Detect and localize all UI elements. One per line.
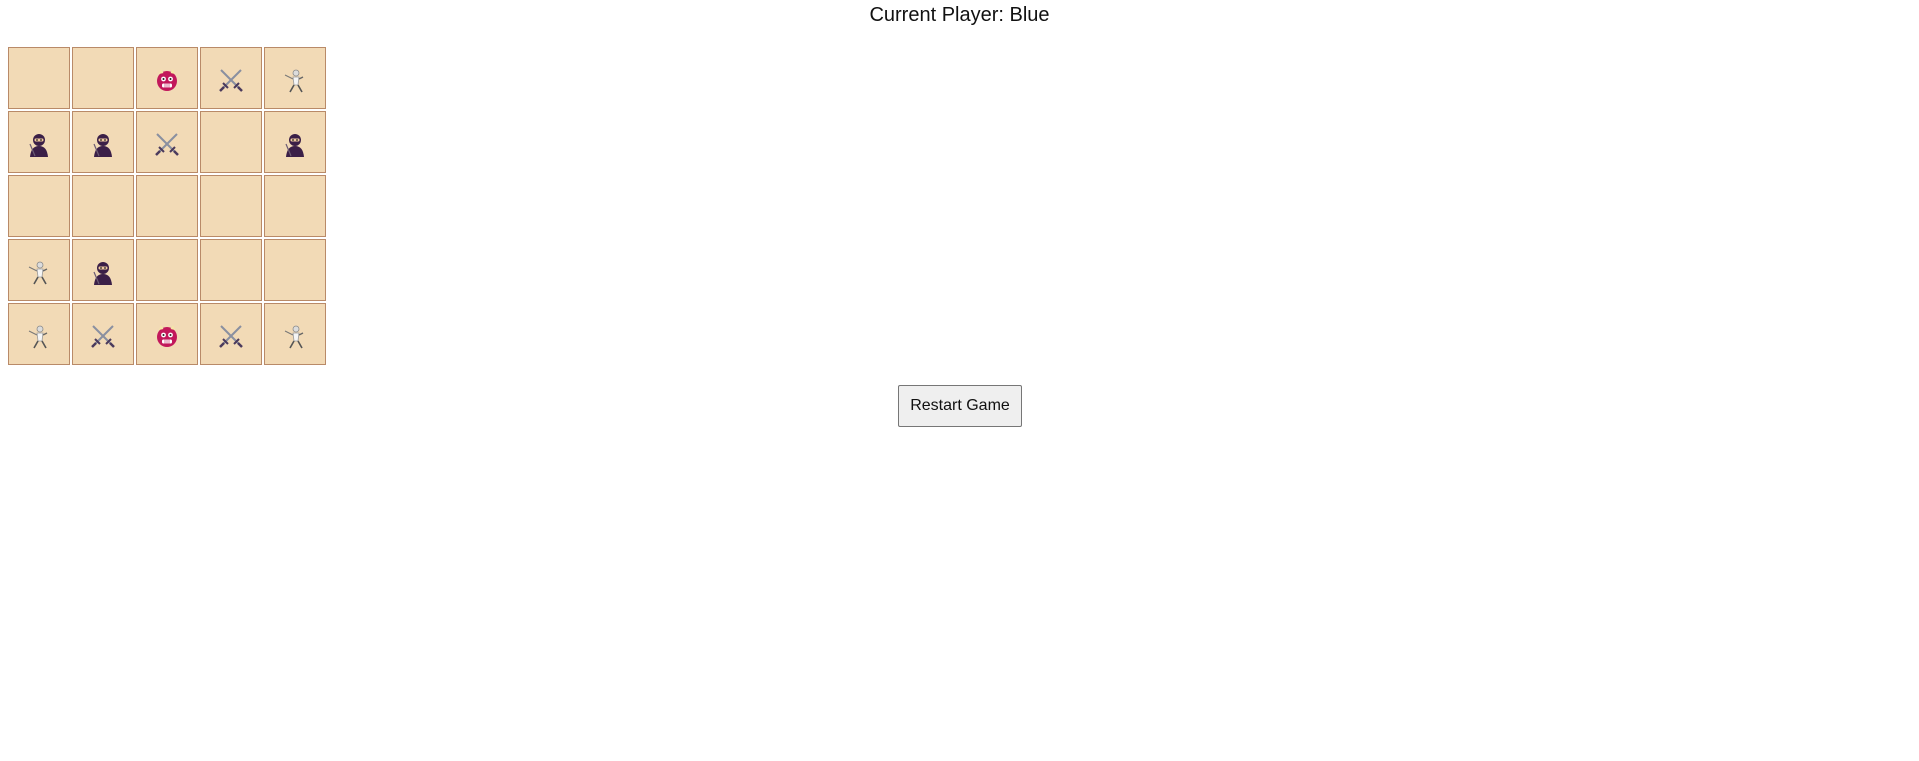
board-cell[interactable] bbox=[8, 47, 70, 109]
board-cell[interactable] bbox=[8, 303, 70, 365]
board-cell[interactable] bbox=[136, 111, 198, 173]
ninja-icon bbox=[29, 134, 48, 157]
fencer-icon bbox=[28, 325, 48, 349]
board-cell[interactable] bbox=[264, 47, 326, 109]
board-cell[interactable] bbox=[72, 239, 134, 301]
board-cell[interactable] bbox=[136, 47, 198, 109]
board-cell[interactable] bbox=[200, 111, 262, 173]
game-board bbox=[8, 47, 326, 365]
oni-icon bbox=[157, 325, 177, 347]
board-cell[interactable] bbox=[72, 111, 134, 173]
board-cell[interactable] bbox=[264, 239, 326, 301]
board-cell[interactable] bbox=[264, 303, 326, 365]
fencer-icon bbox=[284, 325, 304, 349]
board-cell[interactable] bbox=[136, 239, 198, 301]
board-cell[interactable] bbox=[8, 239, 70, 301]
board-cell[interactable] bbox=[136, 175, 198, 237]
board-cell[interactable] bbox=[200, 47, 262, 109]
board-cell[interactable] bbox=[200, 239, 262, 301]
board-cell[interactable] bbox=[200, 175, 262, 237]
board-cell[interactable] bbox=[136, 303, 198, 365]
crossed-swords-icon bbox=[219, 325, 243, 348]
crossed-swords-icon bbox=[91, 325, 115, 348]
board-cell[interactable] bbox=[264, 111, 326, 173]
ninja-icon bbox=[93, 262, 112, 285]
fencer-icon bbox=[28, 261, 48, 285]
board-cell[interactable] bbox=[8, 175, 70, 237]
fencer-icon bbox=[284, 69, 304, 93]
board-cell[interactable] bbox=[72, 47, 134, 109]
board-cell[interactable] bbox=[72, 175, 134, 237]
oni-icon bbox=[157, 69, 177, 91]
crossed-swords-icon bbox=[219, 69, 243, 92]
crossed-swords-icon bbox=[155, 133, 179, 156]
board-cell[interactable] bbox=[72, 303, 134, 365]
board-cell[interactable] bbox=[8, 111, 70, 173]
ninja-icon bbox=[285, 134, 304, 157]
board-cell[interactable] bbox=[264, 175, 326, 237]
board-cell[interactable] bbox=[200, 303, 262, 365]
restart-game-button[interactable]: Restart Game bbox=[898, 385, 1022, 427]
current-player-status: Current Player: Blue bbox=[869, 4, 1050, 26]
ninja-icon bbox=[93, 134, 112, 157]
